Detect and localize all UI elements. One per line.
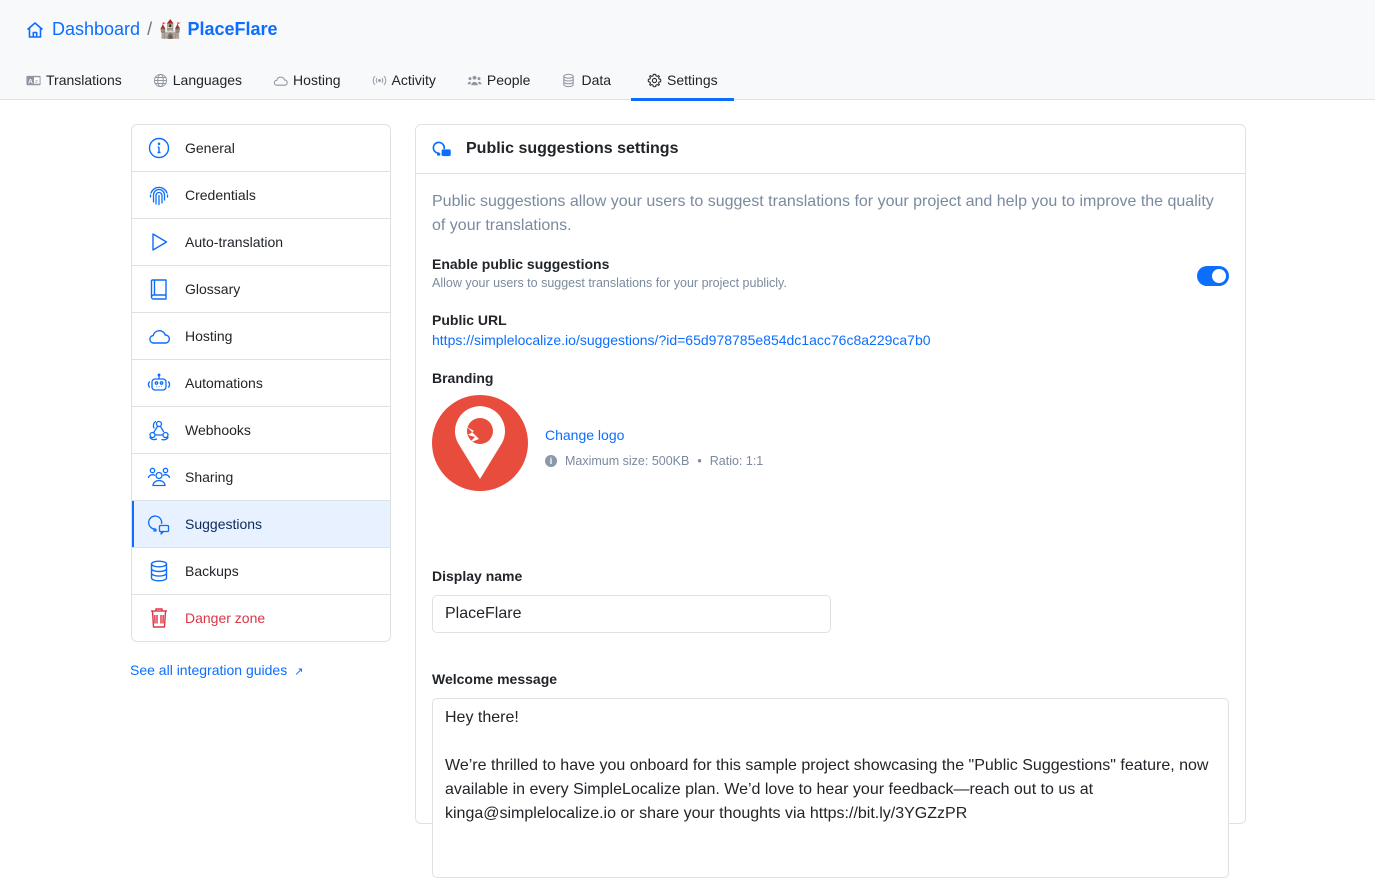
sidebar-item-label: Suggestions [185,516,262,532]
sidebar-item-label: Automations [185,375,263,391]
branding-label: Branding [432,370,493,386]
sidebar-item-label: General [185,140,235,156]
top-header: Dashboard / 🏰 PlaceFlare Az Translations… [0,0,1375,100]
trash-icon [147,606,171,630]
webhook-icon [147,418,171,442]
database-icon [147,559,171,583]
sidebar-item-credentials[interactable]: Credentials [132,172,390,219]
home-icon[interactable] [25,20,45,40]
enable-suggestions-help: Allow your users to suggest translations… [432,276,787,290]
tab-activity[interactable]: Activity [361,60,447,100]
sidebar-item-label: Backups [185,563,239,579]
broadcast-icon [372,73,387,88]
svg-text:z: z [35,79,38,85]
public-url-link[interactable]: https://simplelocalize.io/suggestions/?i… [432,332,931,348]
sidebar-item-danger-zone[interactable]: Danger zone [132,595,390,641]
tab-translations[interactable]: Az Translations [15,60,133,100]
sidebar-item-glossary[interactable]: Glossary [132,266,390,313]
svg-text:A: A [28,78,33,85]
sidebar-item-general[interactable]: General [132,125,390,172]
sidebar-item-webhooks[interactable]: Webhooks [132,407,390,454]
tab-label: Hosting [293,72,340,88]
fingerprint-icon [147,183,171,207]
tab-label: Data [581,72,611,88]
sidebar-item-automations[interactable]: Automations [132,360,390,407]
card-title: Public suggestions settings [466,140,678,158]
database-icon [561,73,576,88]
project-emoji-icon: 🏰 [159,19,181,40]
book-icon [147,277,171,301]
breadcrumb: Dashboard / 🏰 PlaceFlare [25,19,278,40]
sidebar-item-hosting[interactable]: Hosting [132,313,390,360]
tab-label: People [487,72,531,88]
intro-text: Public suggestions allow your users to s… [432,190,1222,238]
tab-label: Activity [392,72,436,88]
tab-data[interactable]: Data [550,60,622,100]
breadcrumb-dashboard-link[interactable]: Dashboard [52,19,140,40]
integration-guides-link[interactable]: See all integration guides ↗ [130,662,303,678]
sidebar-item-label: Webhooks [185,422,251,438]
external-link-icon: ↗ [294,666,303,678]
sidebar-item-label: Sharing [185,469,233,485]
display-name-label: Display name [432,568,522,584]
sidebar-item-backups[interactable]: Backups [132,548,390,595]
display-name-input[interactable] [432,595,831,633]
suggestions-icon [147,512,171,536]
breadcrumb-separator: / [147,19,152,40]
change-logo-button[interactable]: Change logo [545,427,624,443]
people-icon [467,73,482,88]
settings-sidebar: General Credentials Auto-translation Glo… [131,124,391,642]
sidebar-item-label: Auto-translation [185,234,283,250]
logo-requirements: i Maximum size: 500KB • Ratio: 1:1 [545,454,763,468]
users-icon [147,465,171,489]
tab-settings[interactable]: Settings [631,60,734,100]
tab-label: Settings [667,72,718,88]
welcome-message-label: Welcome message [432,671,557,687]
tab-languages[interactable]: Languages [142,60,253,100]
enable-suggestions-toggle[interactable] [1197,266,1229,286]
cloud-icon [147,324,171,348]
logo-ratio: Ratio: 1:1 [710,454,764,468]
project-logo [432,395,528,491]
enable-suggestions-label: Enable public suggestions [432,256,609,272]
sidebar-item-auto-translation[interactable]: Auto-translation [132,219,390,266]
sidebar-item-label: Hosting [185,328,232,344]
guides-link-label: See all integration guides [130,662,287,678]
sidebar-item-sharing[interactable]: Sharing [132,454,390,501]
info-icon: i [545,455,557,467]
tab-people[interactable]: People [456,60,542,100]
cloud-icon [273,73,288,88]
public-suggestions-card: Public suggestions settings Public sugge… [415,124,1246,824]
suggestions-icon [432,139,452,159]
tab-label: Languages [173,72,242,88]
sidebar-item-suggestions[interactable]: Suggestions [132,501,390,548]
project-tabs: Az Translations Languages Hosting Activi… [15,60,734,100]
logo-max-size: Maximum size: 500KB [565,454,689,468]
toggle-knob [1212,269,1226,283]
breadcrumb-project-link[interactable]: PlaceFlare [188,19,278,40]
separator-dot: • [697,454,701,468]
robot-icon [147,371,171,395]
translations-icon: Az [26,73,41,88]
public-url-label: Public URL [432,312,507,328]
sidebar-item-label: Danger zone [185,610,265,626]
map-pin-logo-icon [452,405,508,481]
sidebar-item-label: Glossary [185,281,240,297]
sidebar-item-label: Credentials [185,187,256,203]
card-header: Public suggestions settings [416,125,1245,174]
info-icon [147,136,171,160]
gear-icon [647,73,662,88]
tab-label: Translations [46,72,122,88]
globe-icon [153,73,168,88]
welcome-message-textarea[interactable]: Hey there! We’re thrilled to have you on… [432,698,1229,878]
play-icon [147,230,171,254]
tab-hosting[interactable]: Hosting [262,60,351,100]
